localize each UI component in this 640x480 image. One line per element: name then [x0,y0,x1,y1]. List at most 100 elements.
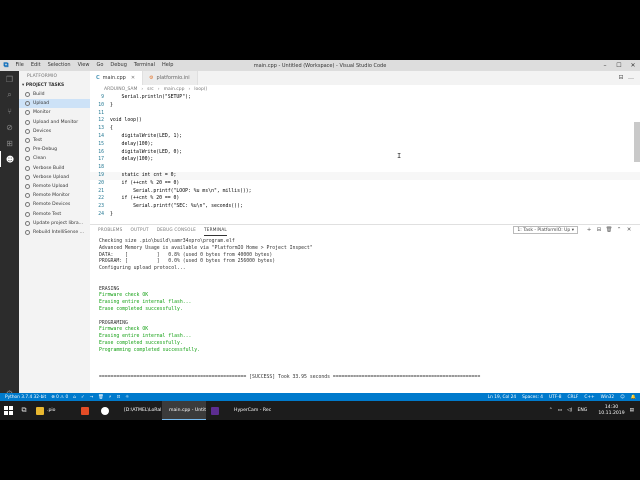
status-item[interactable]: Ln 19, Col 24 [488,395,516,400]
tab-problems[interactable]: PROBLEMS [98,225,122,235]
windows-start-icon[interactable] [0,401,16,420]
sidebar-task-item[interactable]: Clean [19,154,90,163]
taskbar-app-button[interactable]: main.cpp - Untitled... [162,401,206,420]
code-line[interactable]: 9 Serial.println("SETUP"); [90,94,640,102]
search-icon[interactable]: ⌕ [0,87,19,103]
minimize-icon[interactable]: – [598,60,612,71]
menu-file[interactable]: File [12,60,27,71]
code-line[interactable]: 21 Serial.printf("LOOP: %u ms\n", millis… [90,188,640,196]
task-view-icon[interactable]: ⧉ [16,401,32,420]
extensions-icon[interactable]: ⊞ [0,135,19,151]
status-item[interactable]: C++ [584,395,594,400]
sidebar-task-item[interactable]: Remote Upload [19,182,90,191]
status-item[interactable]: 🗑 [98,395,103,400]
menu-go[interactable]: Go [93,60,107,71]
status-item[interactable]: 🔔 [631,395,636,400]
sidebar-task-item[interactable]: Upload and Monitor [19,118,90,127]
sidebar-task-item[interactable]: Verbose Build [19,164,90,173]
breadcrumb-item[interactable]: ARDUINO_SAM [104,85,137,94]
status-item[interactable]: ⌂ [73,395,76,400]
breadcrumb-item[interactable]: loop() [194,85,207,94]
menu-view[interactable]: View [74,60,93,71]
tab-main-cpp[interactable]: C main.cpp ✕ [90,71,144,85]
sidebar-task-item[interactable]: Devices [19,127,90,136]
sidebar-task-item[interactable]: Remote Test [19,209,90,218]
sidebar-task-item[interactable]: Verbose Upload [19,173,90,182]
terminal-select[interactable]: 1: Task - PlatformIO: Up ▾ [513,226,578,234]
sidebar-task-item[interactable]: Test [19,136,90,145]
code-line[interactable]: 20 if (++cnt % 20 == 0) [90,180,640,188]
status-item[interactable]: ⊗ 0 ⚠ 0 [51,395,68,400]
sidebar-task-item[interactable]: Upload [19,99,90,109]
explorer-icon[interactable]: ❐ [0,71,19,87]
code-line[interactable]: 14 digitalWrite(LED, 1); [90,133,640,141]
sidebar-task-item[interactable]: Pre-Debug [19,145,90,154]
editor-scrollbar[interactable] [634,122,640,162]
language-indicator[interactable]: ENG [577,408,587,413]
breadcrumb-item[interactable]: src [147,85,154,94]
status-item[interactable]: Python 3.7.4 32-bit [5,395,46,400]
code-line[interactable]: 22 if (++cnt % 20 == 0) [90,195,640,203]
new-terminal-icon[interactable]: + [584,227,594,233]
menu-debug[interactable]: Debug [107,60,130,71]
code-line[interactable]: 15 delay(100); [90,141,640,149]
code-line[interactable]: 17 delay(100); [90,156,640,164]
status-item[interactable]: UTF-8 [549,395,562,400]
menu-help[interactable]: Help [159,60,177,71]
code-line[interactable]: 16 digitalWrite(LED, 0); [90,149,640,157]
code-line[interactable]: 24} [90,211,640,219]
terminal-output[interactable]: Checking size .pio\build\samr34xpro\prog… [99,239,630,394]
code-line[interactable]: 23 Serial.printf("SEC: %u\n", seconds())… [90,203,640,211]
close-icon[interactable]: ✕ [626,60,640,71]
taskbar-app-button[interactable]: [D:\ATMEL\LoRaDi... [117,401,161,420]
sidebar-task-item[interactable]: Remote Monitor [19,191,90,200]
source-control-icon[interactable]: ⑂ [0,103,19,119]
split-terminal-icon[interactable]: ⊟ [594,227,604,233]
sidebar-task-item[interactable]: Rebuild IntelliSense ... [19,228,90,237]
status-item[interactable]: ✓ [81,395,85,400]
code-editor[interactable]: 9 Serial.println("SETUP"); 10} 11 12 void lo… [90,94,640,224]
code-line[interactable]: 13 { [90,125,640,133]
menu-edit[interactable]: Edit [27,60,44,71]
trash-icon[interactable]: 🗑 [604,227,614,233]
status-item[interactable]: → [90,395,94,400]
split-editor-icon[interactable]: ⊟ [616,71,626,85]
debug-icon[interactable]: ⊘ [0,119,19,135]
menu-selection[interactable]: Selection [44,60,74,71]
tab-output[interactable]: OUTPUT [130,225,148,235]
taskbar-app-button[interactable]: .pio [32,401,76,420]
menu-terminal[interactable]: Terminal [130,60,158,71]
status-item[interactable]: ⊡ [117,395,121,400]
status-item[interactable]: ⚡ [109,395,112,400]
tab-platformio-ini[interactable]: ⚙ platformio.ini [143,71,198,85]
status-item[interactable]: ☺ [620,395,624,400]
maximize-icon[interactable]: ☐ [612,60,626,71]
tab-terminal[interactable]: TERMINAL [204,225,227,236]
more-actions-icon[interactable]: … [626,71,636,85]
volume-icon[interactable]: ◁) [567,408,572,413]
network-icon[interactable]: ▭ [558,408,562,413]
taskbar-app-button[interactable] [207,401,226,420]
chevron-up-icon[interactable]: ⌃ [614,227,624,233]
code-line[interactable]: 12 void loop() [90,117,640,125]
clock[interactable]: 14:30 10.11.2019 [593,405,624,417]
platformio-icon[interactable]: ☻ [0,151,19,167]
status-item[interactable]: Win32 [601,395,615,400]
project-tasks-header[interactable]: ▾ PROJECT TASKS [19,82,90,90]
taskbar-app-button[interactable] [77,401,96,420]
tab-close-icon[interactable]: ✕ [131,71,135,85]
status-item[interactable]: ☼ [125,395,129,400]
notifications-icon[interactable]: ▤ [630,408,634,413]
tab-debug-console[interactable]: DEBUG CONSOLE [157,225,196,235]
sidebar-task-item[interactable]: Remote Devices [19,200,90,209]
code-line[interactable]: 11 [90,110,640,118]
tray-chevron-icon[interactable]: ⌃ [549,408,553,413]
code-line[interactable]: 18 [90,164,640,172]
status-item[interactable]: CRLF [568,395,579,400]
status-item[interactable]: Spaces: 4 [522,395,543,400]
sidebar-task-item[interactable]: Build [19,90,90,99]
sidebar-task-item[interactable]: Monitor [19,108,90,117]
taskbar-app-button[interactable]: HyperCam - Record... [227,401,271,420]
taskbar-app-button[interactable] [97,401,116,420]
code-line[interactable]: 10} [90,102,640,110]
